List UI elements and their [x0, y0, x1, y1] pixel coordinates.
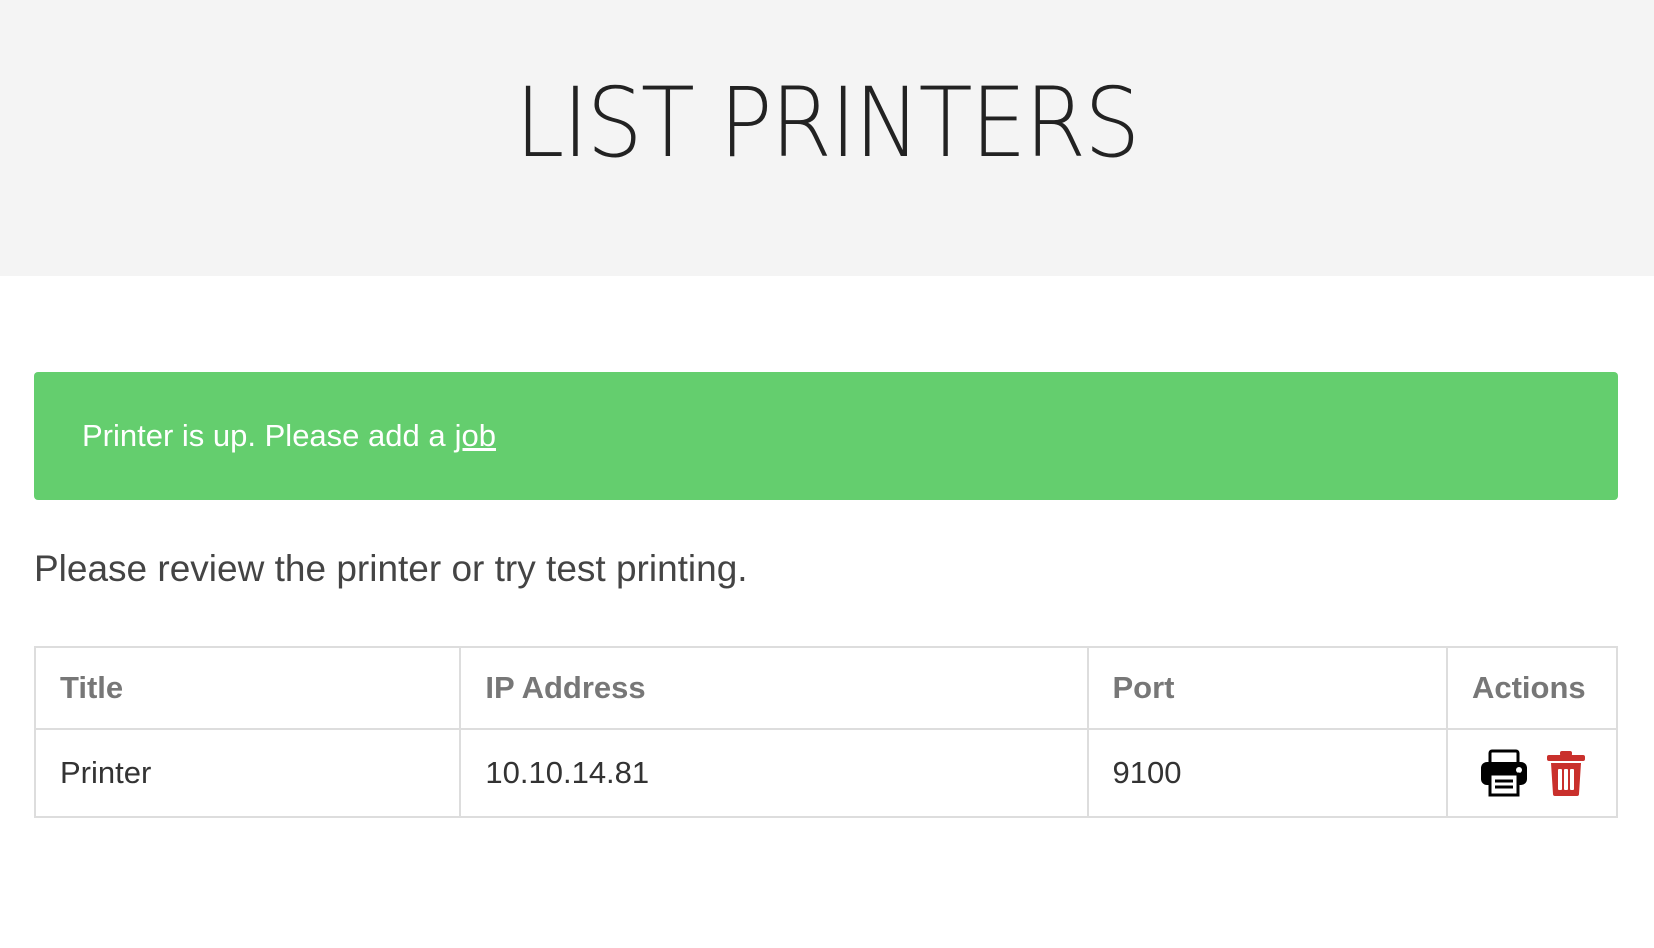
printer-ip-cell: 10.10.14.81 [459, 728, 1089, 818]
printer-title-cell: Printer [33, 728, 462, 818]
table-header-row: Title IP Address Port Actions [33, 646, 1619, 730]
column-header-ip-address: IP Address [459, 646, 1089, 730]
alert-text: Printer is up. Please add a [82, 418, 446, 453]
printers-table-wrap: Title IP Address Port Actions Printer 10… [33, 646, 1619, 818]
trash-icon[interactable] [1540, 747, 1592, 799]
page-header: LIST PRINTERS [0, 0, 1654, 276]
column-header-port: Port [1086, 646, 1448, 730]
lead-text: Please review the printer or try test pr… [34, 548, 748, 589]
table-row: Printer 10.10.14.81 9100 [33, 728, 1619, 818]
success-alert: Printer is up. Please add a job [34, 372, 1618, 500]
printers-table: Title IP Address Port Actions Printer 10… [33, 646, 1619, 818]
printer-icon[interactable] [1478, 747, 1530, 799]
row-actions [1472, 747, 1592, 799]
page-title: LIST PRINTERS [515, 67, 1140, 179]
column-header-title: Title [33, 646, 462, 730]
job-link[interactable]: job [455, 418, 496, 454]
column-header-actions: Actions [1445, 646, 1619, 730]
printer-port-cell: 9100 [1086, 728, 1448, 818]
printer-actions-cell [1445, 728, 1619, 818]
